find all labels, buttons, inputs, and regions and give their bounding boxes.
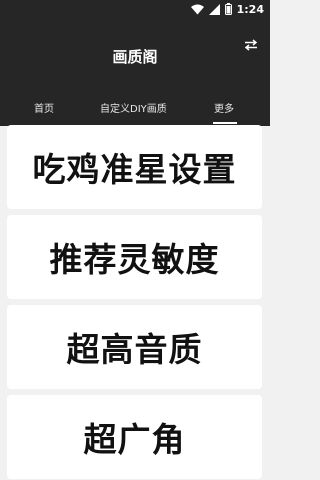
- status-bar: 1:24: [0, 0, 270, 18]
- card-ultra-wide[interactable]: 超广角: [7, 395, 262, 479]
- battery-icon: [224, 3, 232, 15]
- card-high-quality-audio[interactable]: 超高音质: [7, 305, 262, 389]
- swap-button[interactable]: [242, 37, 260, 53]
- signal-icon: [208, 3, 220, 15]
- card-crosshair-settings[interactable]: 吃鸡准星设置: [7, 125, 262, 209]
- app-header: 1:24 画质阁 首页 自定义DIY画质 更多: [0, 0, 270, 126]
- status-time: 1:24: [236, 2, 264, 16]
- tab-more[interactable]: 更多: [214, 100, 234, 115]
- card-label: 推荐灵敏度: [49, 240, 220, 279]
- tab-indicator: [213, 122, 237, 124]
- tab-bar: 首页 自定义DIY画质 更多: [0, 96, 270, 126]
- swap-arrows-icon: [244, 39, 258, 51]
- status-icons: 1:24: [190, 2, 264, 16]
- tab-custom-diy[interactable]: 自定义DIY画质: [100, 100, 167, 115]
- card-recommended-sensitivity[interactable]: 推荐灵敏度: [7, 215, 262, 299]
- card-label: 超高音质: [66, 330, 203, 369]
- tab-home[interactable]: 首页: [34, 100, 54, 115]
- app-title: 画质阁: [112, 48, 158, 66]
- card-label: 超广角: [83, 420, 186, 459]
- wifi-icon: [190, 4, 204, 15]
- card-label: 吃鸡准星设置: [32, 150, 237, 189]
